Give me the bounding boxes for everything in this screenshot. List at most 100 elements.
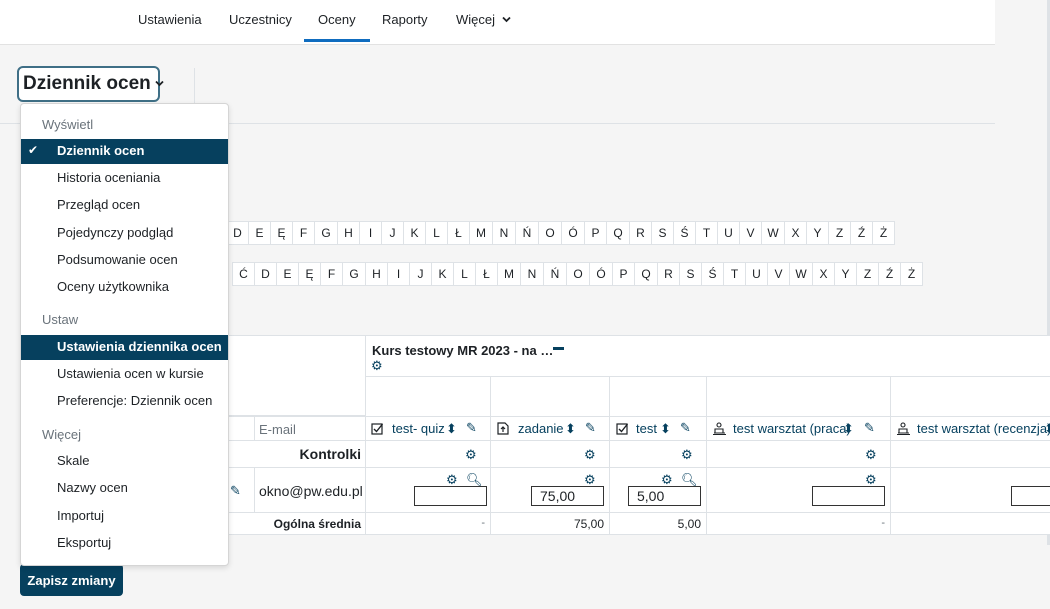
letter-filter-7[interactable]: H bbox=[365, 262, 388, 286]
gear-icon[interactable]: ⚙ bbox=[465, 448, 477, 461]
letter-filter-5[interactable]: G bbox=[314, 221, 338, 245]
letter-filter-12[interactable]: M bbox=[469, 221, 493, 245]
sort-icon[interactable]: ⬍ bbox=[1044, 422, 1050, 435]
letter-filter-23[interactable]: U bbox=[717, 221, 740, 245]
letter-filter-31[interactable]: Ż bbox=[900, 262, 923, 286]
letter-filter-10[interactable]: L bbox=[425, 221, 448, 245]
letter-filter-13[interactable]: N bbox=[492, 221, 516, 245]
grade-item-name[interactable]: test- quiz bbox=[392, 421, 445, 436]
grade-input[interactable]: 75,00 bbox=[531, 486, 604, 506]
letter-filter-9[interactable]: K bbox=[403, 221, 426, 245]
letter-filter-25[interactable]: V bbox=[767, 262, 790, 286]
pencil-icon[interactable]: ✎ bbox=[585, 421, 596, 434]
grade-item-name[interactable]: test warsztat (recenzja) bbox=[917, 421, 1050, 436]
letter-filter-22[interactable]: T bbox=[695, 221, 718, 245]
letter-filter-18[interactable]: Q bbox=[606, 221, 630, 245]
menu-item-course-grade-settings[interactable]: Ustawienia ocen w kursie bbox=[21, 362, 228, 387]
menu-item-gradebook-setup[interactable]: Ustawienia dziennika ocen bbox=[21, 335, 228, 360]
letter-filter-24[interactable]: V bbox=[739, 221, 762, 245]
grade-input[interactable]: 5,00 bbox=[628, 486, 701, 506]
letter-filter-2[interactable]: E bbox=[248, 221, 271, 245]
letter-filter-24[interactable]: U bbox=[745, 262, 768, 286]
pencil-icon[interactable]: ✎ bbox=[680, 421, 691, 434]
letter-filter-27[interactable]: X bbox=[812, 262, 835, 286]
letter-filter-12[interactable]: Ł bbox=[475, 262, 498, 286]
grade-item-name[interactable]: test bbox=[636, 421, 657, 436]
letter-filter-30[interactable]: Ź bbox=[878, 262, 901, 286]
letter-filter-3[interactable]: E bbox=[276, 262, 299, 286]
letter-filter-11[interactable]: Ł bbox=[447, 221, 470, 245]
letter-filter-16[interactable]: O bbox=[566, 262, 590, 286]
gear-icon[interactable]: ⚙ bbox=[584, 448, 596, 461]
letter-filter-11[interactable]: L bbox=[453, 262, 476, 286]
letter-filter-21[interactable]: S bbox=[679, 262, 702, 286]
tab-participants[interactable]: Uczestnicy bbox=[229, 12, 292, 27]
letter-filter-27[interactable]: Y bbox=[806, 221, 829, 245]
menu-item-scales[interactable]: Skale bbox=[21, 449, 228, 474]
letter-filter-15[interactable]: O bbox=[538, 221, 562, 245]
gear-icon[interactable]: ⚙ bbox=[584, 473, 596, 486]
letter-filter-7[interactable]: I bbox=[359, 221, 382, 245]
grade-input[interactable] bbox=[812, 486, 885, 506]
letter-filter-29[interactable]: Z bbox=[856, 262, 879, 286]
pencil-icon[interactable]: ✎ bbox=[864, 421, 875, 434]
letter-filter-13[interactable]: M bbox=[497, 262, 521, 286]
menu-item-grade-overview[interactable]: Przegląd ocen bbox=[21, 193, 228, 218]
letter-filter-6[interactable]: H bbox=[337, 221, 360, 245]
letter-filter-23[interactable]: T bbox=[723, 262, 746, 286]
search-plus-icon[interactable]: 🔍︎ bbox=[466, 473, 483, 486]
letter-filter-17[interactable]: P bbox=[584, 221, 607, 245]
letter-filter-30[interactable]: Ż bbox=[872, 221, 895, 245]
menu-item-grade-letters[interactable]: Nazwy ocen bbox=[21, 476, 228, 501]
menu-item-user-report[interactable]: Oceny użytkownika bbox=[21, 275, 228, 300]
letter-filter-8[interactable]: J bbox=[381, 221, 404, 245]
letter-filter-17[interactable]: Ó bbox=[589, 262, 613, 286]
report-selector-button[interactable]: Dziennik ocen bbox=[17, 66, 164, 102]
letter-filter-8[interactable]: I bbox=[387, 262, 410, 286]
letter-filter-19[interactable]: R bbox=[629, 221, 652, 245]
menu-item-grader-report[interactable]: ✔ Dziennik ocen bbox=[21, 139, 228, 164]
menu-item-single-view[interactable]: Pojedynczy podgląd bbox=[21, 221, 228, 246]
gear-icon[interactable]: ⚙ bbox=[865, 473, 877, 486]
menu-item-grader-preferences[interactable]: Preferencje: Dziennik ocen bbox=[21, 389, 228, 414]
letter-filter-18[interactable]: P bbox=[612, 262, 635, 286]
letter-filter-14[interactable]: Ń bbox=[515, 221, 539, 245]
gear-icon[interactable]: ⚙ bbox=[661, 473, 673, 486]
grade-input[interactable] bbox=[414, 486, 487, 506]
pencil-icon[interactable]: ✎ bbox=[466, 421, 477, 434]
search-plus-icon[interactable]: 🔍︎ bbox=[681, 473, 698, 486]
letter-filter-3[interactable]: Ę bbox=[270, 221, 293, 245]
letter-filter-9[interactable]: J bbox=[409, 262, 432, 286]
pencil-icon[interactable]: ✎ bbox=[230, 484, 241, 497]
tab-more[interactable]: Więcej bbox=[456, 12, 511, 27]
grade-item-name[interactable]: test warsztat (praca) bbox=[733, 421, 851, 436]
email-header-label[interactable]: E-mail bbox=[259, 422, 296, 437]
minus-icon[interactable] bbox=[553, 347, 564, 351]
letter-filter-20[interactable]: S bbox=[651, 221, 674, 245]
letter-filter-26[interactable]: X bbox=[784, 221, 807, 245]
letter-filter-22[interactable]: Ś bbox=[701, 262, 724, 286]
tab-settings[interactable]: Ustawienia bbox=[138, 12, 202, 27]
letter-filter-4[interactable]: F bbox=[292, 221, 315, 245]
letter-filter-28[interactable]: Y bbox=[834, 262, 857, 286]
category-title[interactable]: Kurs testowy MR 2023 - na … bbox=[372, 343, 553, 358]
menu-item-grade-summary[interactable]: Podsumowanie ocen bbox=[21, 248, 228, 273]
menu-item-import[interactable]: Importuj bbox=[21, 504, 228, 529]
letter-filter-16[interactable]: Ó bbox=[561, 221, 585, 245]
letter-filter-1[interactable]: Ć bbox=[232, 262, 255, 286]
letter-filter-1[interactable]: D bbox=[226, 221, 249, 245]
letter-filter-10[interactable]: K bbox=[431, 262, 454, 286]
tab-grades[interactable]: Oceny bbox=[304, 12, 370, 42]
gear-icon[interactable]: ⚙ bbox=[446, 473, 458, 486]
sort-icon[interactable]: ⬍ bbox=[660, 422, 671, 435]
gear-icon[interactable]: ⚙ bbox=[371, 359, 383, 372]
letter-filter-4[interactable]: Ę bbox=[298, 262, 321, 286]
letter-filter-6[interactable]: G bbox=[342, 262, 366, 286]
letter-filter-19[interactable]: Q bbox=[634, 262, 658, 286]
letter-filter-20[interactable]: R bbox=[657, 262, 680, 286]
letter-filter-21[interactable]: Ś bbox=[673, 221, 696, 245]
save-changes-button[interactable]: Zapisz zmiany bbox=[20, 564, 123, 596]
letter-filter-29[interactable]: Ź bbox=[850, 221, 873, 245]
letter-filter-28[interactable]: Z bbox=[828, 221, 851, 245]
letter-filter-25[interactable]: W bbox=[761, 221, 785, 245]
